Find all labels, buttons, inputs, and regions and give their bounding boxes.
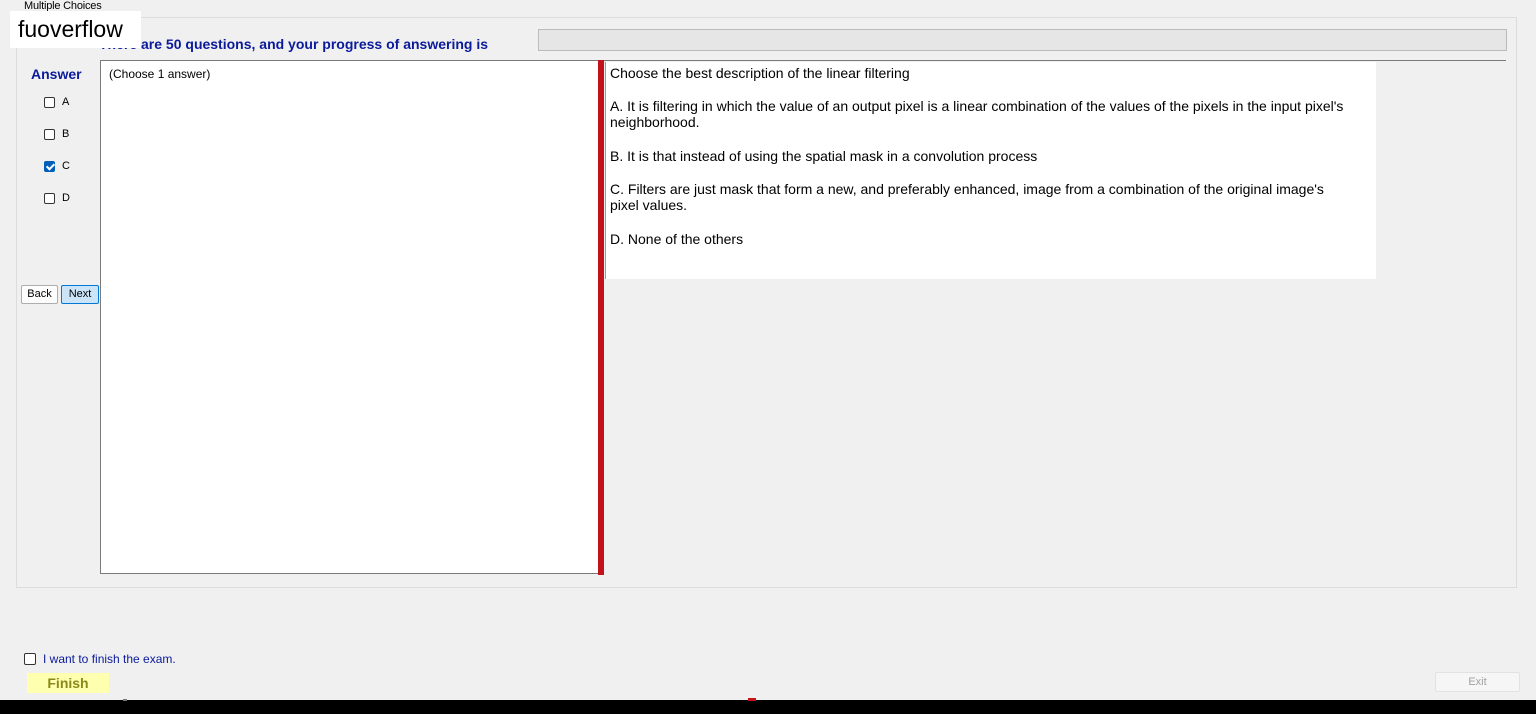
choice-b-text: B. It is that instead of using the spati… xyxy=(610,148,1038,164)
option-b-checkbox[interactable] xyxy=(44,128,55,140)
finish-button[interactable]: Finish xyxy=(27,673,109,693)
choice-d-text: D. None of the others xyxy=(610,231,744,247)
answer-instruction-pane: (Choose 1 answer) xyxy=(100,60,598,574)
exit-button[interactable]: Exit xyxy=(1435,672,1520,692)
option-b[interactable]: B xyxy=(44,127,69,141)
option-d-label: D xyxy=(62,192,70,204)
option-c[interactable]: C xyxy=(44,159,70,173)
next-button[interactable]: Next xyxy=(61,285,99,304)
answer-heading: Answer xyxy=(31,66,82,82)
back-button[interactable]: Back xyxy=(21,285,58,304)
choose-instruction: (Choose 1 answer) xyxy=(109,67,211,81)
finish-exam-label: I want to finish the exam. xyxy=(43,652,176,666)
progress-text: There are 50 questions, and your progres… xyxy=(99,36,488,52)
taskbar-indicator-active xyxy=(748,698,756,701)
option-c-checkbox[interactable] xyxy=(44,160,55,172)
option-b-label: B xyxy=(62,128,70,140)
taskbar xyxy=(0,700,1536,714)
progress-bar xyxy=(538,29,1507,51)
finish-exam-checkbox[interactable]: I want to finish the exam. xyxy=(24,652,176,666)
choice-c-text: C. Filters are just mask that form a new… xyxy=(610,181,1324,213)
option-a-label: A xyxy=(62,96,70,108)
choice-a-text: A. It is filtering in which the value of… xyxy=(610,98,1344,130)
question-text-box: Choose the best description of the linea… xyxy=(605,62,1376,279)
taskbar-indicator xyxy=(123,699,127,701)
option-a-checkbox[interactable] xyxy=(44,96,55,108)
option-d[interactable]: D xyxy=(44,191,70,205)
option-c-label: C xyxy=(62,160,70,172)
option-a[interactable]: A xyxy=(44,95,69,109)
finish-exam-checkbox-box[interactable] xyxy=(24,653,36,665)
watermark-logo: fuoverflow xyxy=(10,11,141,48)
question-stem: Choose the best description of the linea… xyxy=(610,65,910,81)
option-d-checkbox[interactable] xyxy=(44,192,55,204)
